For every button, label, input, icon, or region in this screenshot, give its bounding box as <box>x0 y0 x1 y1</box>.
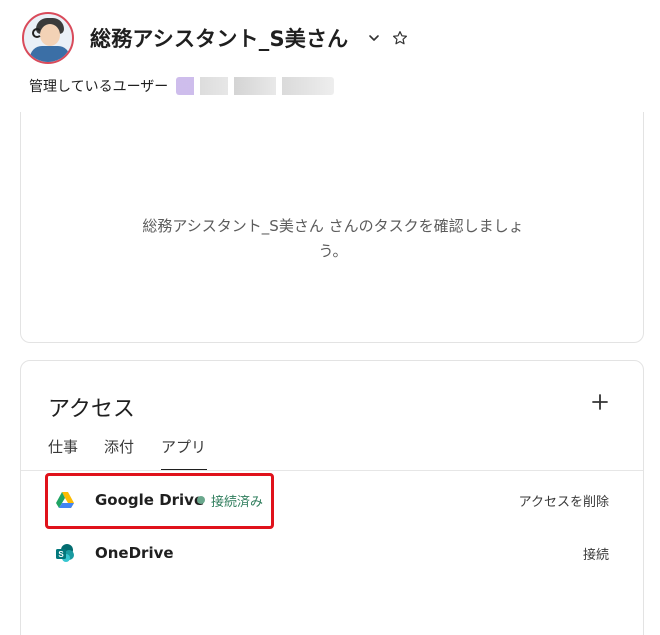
tab-work[interactable]: 仕事 <box>48 437 104 471</box>
list-item-onedrive[interactable]: S OneDrive 接続 <box>21 533 643 573</box>
chevron-down-icon[interactable] <box>364 28 384 48</box>
tabs-divider <box>21 470 643 471</box>
tab-apps[interactable]: アプリ <box>161 437 207 471</box>
avatar[interactable] <box>22 12 74 64</box>
sharepoint-icon: S <box>55 543 75 563</box>
app-name: OneDrive <box>95 544 174 562</box>
managed-users: 管理しているユーザー <box>29 76 335 96</box>
access-title: アクセス <box>48 397 135 422</box>
header: 総務アシスタント_S美さん <box>22 10 410 66</box>
highlight-box <box>45 473 274 529</box>
managed-users-label: 管理しているユーザー <box>29 79 169 95</box>
svg-text:S: S <box>58 550 64 559</box>
tasks-empty-message: 総務アシスタント_S美さん さんのタスクを確認しましょう。 <box>142 217 524 260</box>
page-title: 総務アシスタント_S美さん <box>90 27 349 51</box>
connect-button[interactable]: 接続 <box>583 544 609 563</box>
access-tabs: 仕事 添付 アプリ <box>48 437 207 471</box>
star-icon[interactable] <box>390 28 410 48</box>
remove-access-button[interactable]: アクセスを削除 <box>519 491 609 510</box>
blurred-user-name <box>176 77 335 95</box>
add-icon[interactable] <box>589 391 611 413</box>
tab-attachments[interactable]: 添付 <box>104 437 161 471</box>
tasks-card: 総務アシスタント_S美さん さんのタスクを確認しましょう。 <box>20 112 644 343</box>
